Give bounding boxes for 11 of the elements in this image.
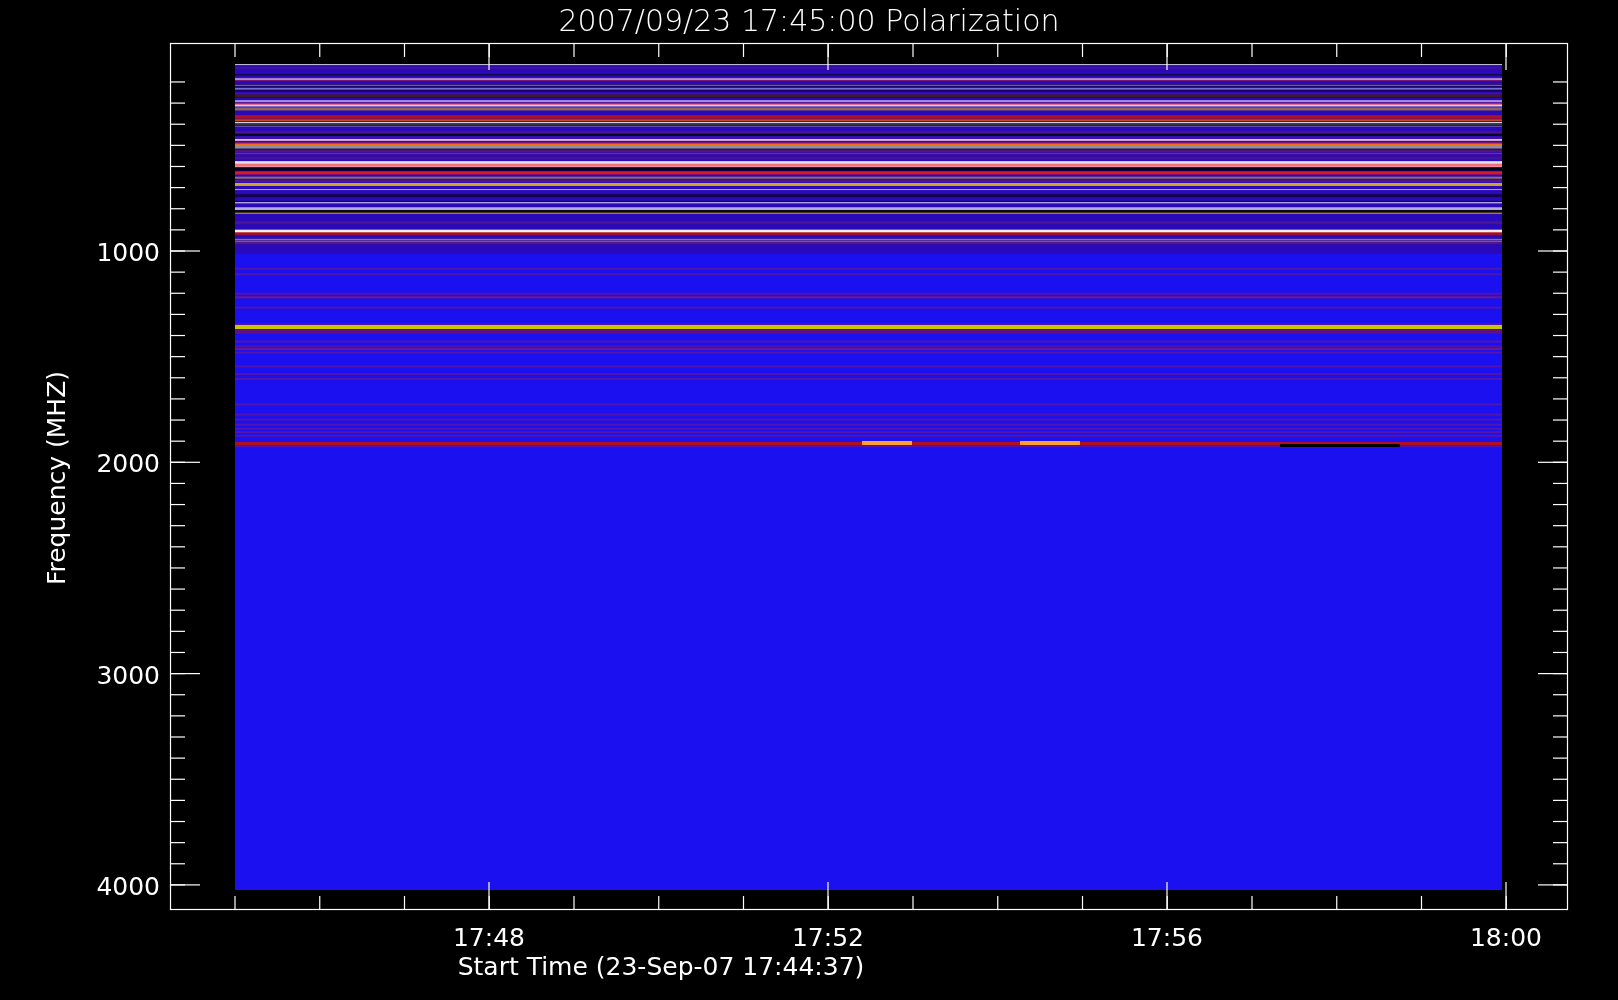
- axis-tick-label: 1000: [96, 238, 160, 267]
- y-axis-label: Frequency (MHZ): [42, 370, 71, 586]
- axis-tick-label: 18:00: [1470, 923, 1542, 952]
- axis-tick-label: 3000: [96, 660, 160, 690]
- chart-title: 2007/09/23 17:45:00 Polarization: [558, 3, 1060, 38]
- axis-tick-label: 2000: [96, 449, 160, 479]
- axis-tick-label: 17:52: [792, 923, 864, 952]
- axis-tick-label: 4000: [96, 871, 160, 901]
- x-axis-label: Start Time (23-Sep-07 17:44:37): [457, 952, 865, 981]
- axis-tick-label: 17:56: [1131, 923, 1203, 952]
- axis-tick-label: 17:48: [453, 923, 525, 952]
